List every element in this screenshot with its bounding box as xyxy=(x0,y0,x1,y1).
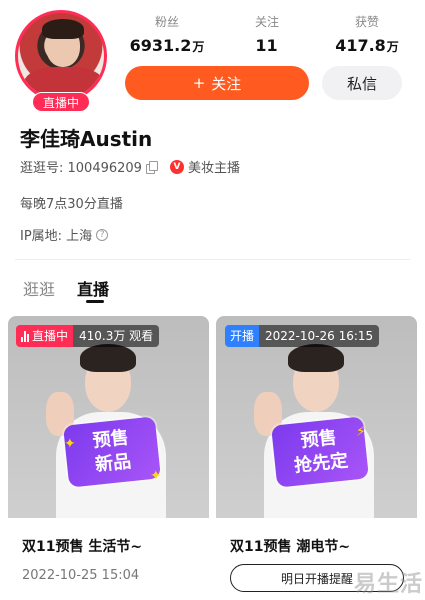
live-badge: 直播中 410.3万 观看 xyxy=(16,325,160,347)
account-id: 逛逛号: 100496209 xyxy=(20,161,142,176)
sparkle-icon: ✦ xyxy=(64,436,76,452)
upcoming-card[interactable]: 预售 抢先定 ⚡ 开播 2022-10-26 16:15 双11预售 潮电节~ … xyxy=(216,316,417,600)
stat-label: 粉丝 xyxy=(154,15,179,29)
ip-row: IP属地: 上海 ? xyxy=(20,225,109,244)
stat-likes[interactable]: 获赞 417.8万 xyxy=(322,14,412,64)
profile-name: 李佳琦Austin xyxy=(20,127,153,151)
avatar-image xyxy=(15,10,107,102)
viewer-count: 410.3万 观看 xyxy=(73,325,160,347)
sparkle-icon: ✦ xyxy=(150,468,162,484)
copy-icon[interactable] xyxy=(145,161,158,174)
lightning-icon: ⚡ xyxy=(356,424,366,440)
promo-sticker: 预售 新品 xyxy=(63,416,161,488)
stat-label: 获赞 xyxy=(354,15,379,29)
verify-text: 美妆主播 xyxy=(187,161,240,176)
stat-value: 11 xyxy=(255,36,278,55)
profile-avatar[interactable]: 直播中 xyxy=(15,10,107,112)
schedule-badge: 开播 2022-10-26 16:15 xyxy=(225,325,380,347)
card-time: 2022-10-25 15:04 xyxy=(22,568,140,583)
schedule-time: 2022-10-26 16:15 xyxy=(259,325,380,347)
follow-button[interactable]: + 关注 xyxy=(125,66,309,100)
tab-live[interactable]: 直播 xyxy=(77,276,109,300)
tab-guangguang[interactable]: 逛逛 xyxy=(23,276,55,300)
live-status-badge[interactable]: 直播中 xyxy=(32,92,90,112)
card-title: 双11预售 生活节~ xyxy=(22,539,143,555)
divider xyxy=(15,259,410,260)
tab-active-indicator xyxy=(86,300,104,303)
help-icon[interactable]: ? xyxy=(96,228,109,241)
card-title: 双11预售 潮电节~ xyxy=(230,539,351,555)
stat-value: 417.8万 xyxy=(335,36,399,55)
watermark: 易生活 xyxy=(353,572,423,597)
stat-label: 关注 xyxy=(254,15,279,29)
stat-value: 6931.2万 xyxy=(129,36,205,55)
plus-icon: + xyxy=(192,74,206,92)
profile-description: 每晚7点30分直播 xyxy=(20,197,123,212)
verified-v-icon: V xyxy=(169,159,184,174)
profile-stats: 粉丝 6931.2万 关注 11 获赞 417.8万 xyxy=(122,14,412,64)
live-bars-icon xyxy=(21,330,29,342)
stat-fans[interactable]: 粉丝 6931.2万 xyxy=(122,14,212,64)
ip-location: IP属地: 上海 xyxy=(20,229,93,244)
card-thumbnail: 预售 抢先定 ⚡ 开播 2022-10-26 16:15 xyxy=(216,316,417,518)
promo-sticker: 预售 抢先定 xyxy=(271,416,369,488)
id-row: 逛逛号: 100496209 V 美妆主播 xyxy=(20,157,240,176)
follow-label: 关注 xyxy=(211,74,242,93)
card-thumbnail: 预售 新品 ✦ ✦ 直播中 410.3万 观看 xyxy=(8,316,209,518)
stat-following[interactable]: 关注 11 xyxy=(222,14,312,64)
live-card[interactable]: 预售 新品 ✦ ✦ 直播中 410.3万 观看 双11预售 生活节~ 2022-… xyxy=(8,316,209,600)
message-button[interactable]: 私信 xyxy=(322,66,402,100)
